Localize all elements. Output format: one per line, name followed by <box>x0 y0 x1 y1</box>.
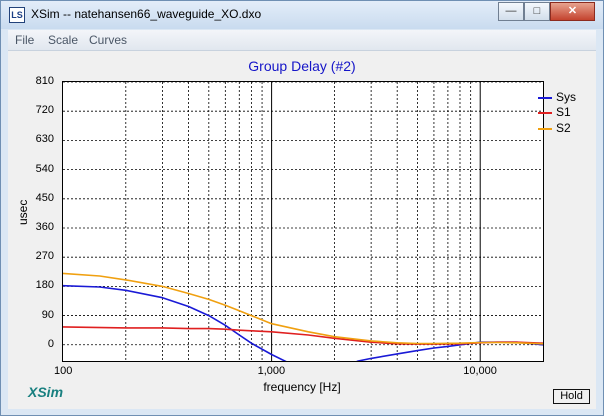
y-tick-label: 810 <box>35 75 54 87</box>
plot-svg <box>63 82 543 361</box>
app-icon[interactable]: LS <box>9 7 25 23</box>
chart-title: Group Delay (#2) <box>248 58 356 74</box>
menu-file[interactable]: File <box>15 33 34 47</box>
menu-curves[interactable]: Curves <box>89 33 127 47</box>
y-tick-label: 540 <box>35 162 54 175</box>
y-tick-label: 450 <box>35 191 54 204</box>
legend-swatch-s1 <box>538 112 552 114</box>
close-button[interactable]: ✕ <box>550 2 595 21</box>
x-tick-label: 10,000 <box>463 365 497 377</box>
y-tick-label: 0 <box>47 337 54 350</box>
y-tick-label: 360 <box>35 220 54 233</box>
window-title: XSim -- natehansen66_waveguide_XO.dxo <box>31 7 262 21</box>
chart-area: Group Delay (#2) usec frequency [Hz] Sys… <box>8 51 596 409</box>
x-axis-label: frequency [Hz] <box>263 380 341 394</box>
y-tick-label: 720 <box>35 104 54 117</box>
minimize-button[interactable]: — <box>498 2 524 21</box>
x-tick-label: 100 <box>54 365 73 377</box>
legend-swatch-sys <box>538 97 552 99</box>
y-tick-label: 270 <box>35 250 54 263</box>
y-tick-label: 630 <box>35 133 54 146</box>
legend-label-sys: Sys <box>556 90 577 104</box>
hold-button[interactable]: Hold <box>553 389 590 404</box>
legend-label-s1: S1 <box>556 105 571 119</box>
y-tick-label: 180 <box>35 279 54 292</box>
title-bar[interactable]: LS XSim -- natehansen66_waveguide_XO.dxo… <box>1 1 603 29</box>
legend-label-s2: S2 <box>556 121 571 135</box>
xsim-brand-logo: XSim <box>28 384 64 400</box>
y-tick-label: 90 <box>41 308 54 321</box>
app-window: LS XSim -- natehansen66_waveguide_XO.dxo… <box>0 0 604 416</box>
menu-bar: File Scale Curves <box>8 30 596 51</box>
plot-area[interactable] <box>62 81 544 362</box>
menu-scale[interactable]: Scale <box>48 33 78 47</box>
x-tick-label: 1,000 <box>257 365 286 377</box>
legend-swatch-s2 <box>538 128 552 130</box>
maximize-button[interactable]: □ <box>524 2 550 21</box>
